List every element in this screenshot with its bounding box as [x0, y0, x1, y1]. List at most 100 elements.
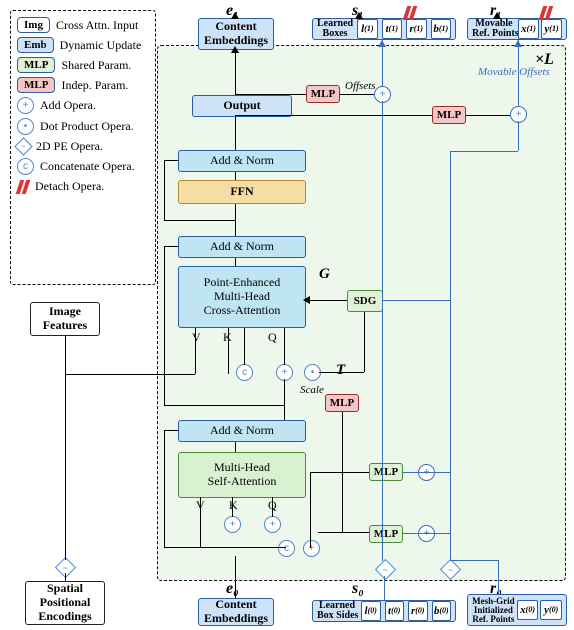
- Q-label-ca: Q: [268, 330, 277, 345]
- conn: [195, 328, 196, 374]
- mg-cell: x(0): [517, 600, 539, 620]
- conn: [235, 117, 236, 150]
- V-label-ca: V: [192, 330, 201, 345]
- conn: [200, 497, 201, 547]
- conn: [383, 300, 450, 301]
- detach-icon: [404, 6, 416, 24]
- ffn-label: FFN: [230, 185, 253, 199]
- detach-icon: [540, 6, 552, 24]
- sdg-label: SDG: [354, 295, 377, 308]
- learned-box-sides-bottom: Learned Box Sides l(0) t(0) r(0) b(0): [312, 600, 456, 622]
- mlp-label: MLP: [374, 466, 398, 479]
- conn: [65, 573, 66, 581]
- s0-label: s₀: [352, 580, 364, 598]
- mlp-green-1: MLP: [369, 463, 403, 481]
- legend-img-chip: Img: [17, 17, 50, 33]
- mlp-label: MLP: [330, 397, 354, 410]
- legend-detach-desc: Detach Opera.: [35, 179, 104, 194]
- legend-img-desc: Cross Attn. Input: [56, 18, 138, 33]
- addnorm-label: Add & Norm: [210, 424, 274, 438]
- conn: [518, 40, 519, 106]
- pemhca-label: Point-Enhanced Multi-Head Cross-Attentio…: [204, 276, 281, 317]
- T-label: T: [336, 362, 345, 379]
- conn: [272, 497, 273, 517]
- ls-cell: t(0): [385, 601, 405, 621]
- conn: [65, 374, 195, 375]
- arrow-up-icon: [231, 12, 239, 19]
- output-label: Output: [223, 99, 260, 113]
- conn: [200, 547, 286, 548]
- conn: [310, 472, 311, 548]
- plus-icon: +: [17, 97, 34, 114]
- legend-mlp-shared-chip: MLP: [17, 57, 55, 73]
- mlp-label: MLP: [437, 109, 461, 122]
- arrow-up-icon: [355, 12, 363, 19]
- addnorm-label: Add & Norm: [210, 154, 274, 168]
- addnorm-label: Add & Norm: [210, 240, 274, 254]
- mlp-scale: MLP: [325, 394, 359, 412]
- legend-dot-desc: Dot Product Opera.: [40, 119, 134, 134]
- plus-op: +: [264, 516, 281, 533]
- legend-img: Img Cross Attn. Input: [17, 17, 149, 33]
- conn: [228, 328, 229, 374]
- output-block: Output: [192, 95, 292, 117]
- meshgrid-bottom: Mesh-Grid Initialized Ref. Points x(0) y…: [467, 594, 567, 626]
- pe-icon: ~: [14, 137, 32, 155]
- mg-cell: y(0): [540, 600, 562, 620]
- legend-dot: • Dot Product Opera.: [17, 118, 149, 135]
- mlp-green-2: MLP: [369, 525, 403, 543]
- arrow-left-icon: [303, 296, 310, 304]
- mr-cell: x(1): [518, 19, 539, 39]
- mlp-label: MLP: [374, 528, 398, 541]
- meshgrid-label: Mesh-Grid Initialized Ref. Points: [472, 597, 515, 624]
- mhsa-block: Multi-Head Self-Attention: [178, 452, 306, 498]
- learned-sides-label: Learned Box Sides: [317, 601, 357, 621]
- conn: [164, 547, 200, 548]
- conn: [235, 442, 236, 452]
- legend-emb-desc: Dynamic Update: [60, 38, 142, 53]
- mlp-offsets: MLP: [306, 85, 340, 103]
- conn: [235, 556, 236, 598]
- G-label: G: [319, 266, 330, 283]
- conn: [403, 472, 450, 473]
- conn: [235, 94, 306, 95]
- legend-mlp-indep-chip: MLP: [17, 77, 55, 93]
- addnorm-block-3: Add & Norm: [178, 420, 306, 442]
- conn: [403, 533, 450, 534]
- conn: [318, 532, 369, 533]
- conn: [235, 115, 432, 116]
- concat-op: c: [278, 540, 295, 557]
- conn: [340, 94, 374, 95]
- conn: [235, 50, 236, 95]
- concat-icon: c: [17, 158, 34, 175]
- conn: [382, 101, 383, 561]
- conn: [466, 115, 510, 116]
- plus-op: +: [224, 516, 241, 533]
- mhsa-label: Multi-Head Self-Attention: [208, 461, 277, 489]
- arrow-up-icon: [378, 40, 386, 47]
- addnorm-block-1: Add & Norm: [178, 150, 306, 172]
- conn: [164, 405, 284, 406]
- legend-mlp-indep-desc: Indep. Param.: [61, 78, 128, 93]
- conn: [364, 312, 365, 372]
- pemhca-block: Point-Enhanced Multi-Head Cross-Attentio…: [178, 266, 306, 328]
- dot-icon: •: [17, 118, 34, 135]
- plus-op: +: [303, 540, 320, 557]
- conn: [235, 258, 236, 266]
- lb-cell: t(1): [382, 19, 402, 39]
- conn: [164, 220, 235, 221]
- conn: [164, 430, 178, 431]
- detach-icon: [17, 180, 29, 194]
- legend-mlp-indep: MLP Indep. Param.: [17, 77, 149, 93]
- conn: [164, 246, 165, 406]
- conn: [164, 160, 165, 220]
- content-embeddings-bottom-label: Content Embeddings: [204, 598, 268, 626]
- offsets-label: Offsets: [345, 80, 376, 92]
- movable-ref-top-label: Movable Ref. Points: [472, 19, 516, 39]
- conn: [384, 576, 385, 600]
- conn: [164, 430, 165, 547]
- conn: [450, 151, 451, 561]
- conn: [235, 172, 236, 180]
- conn: [244, 328, 245, 365]
- legend-detach: Detach Opera.: [17, 179, 149, 194]
